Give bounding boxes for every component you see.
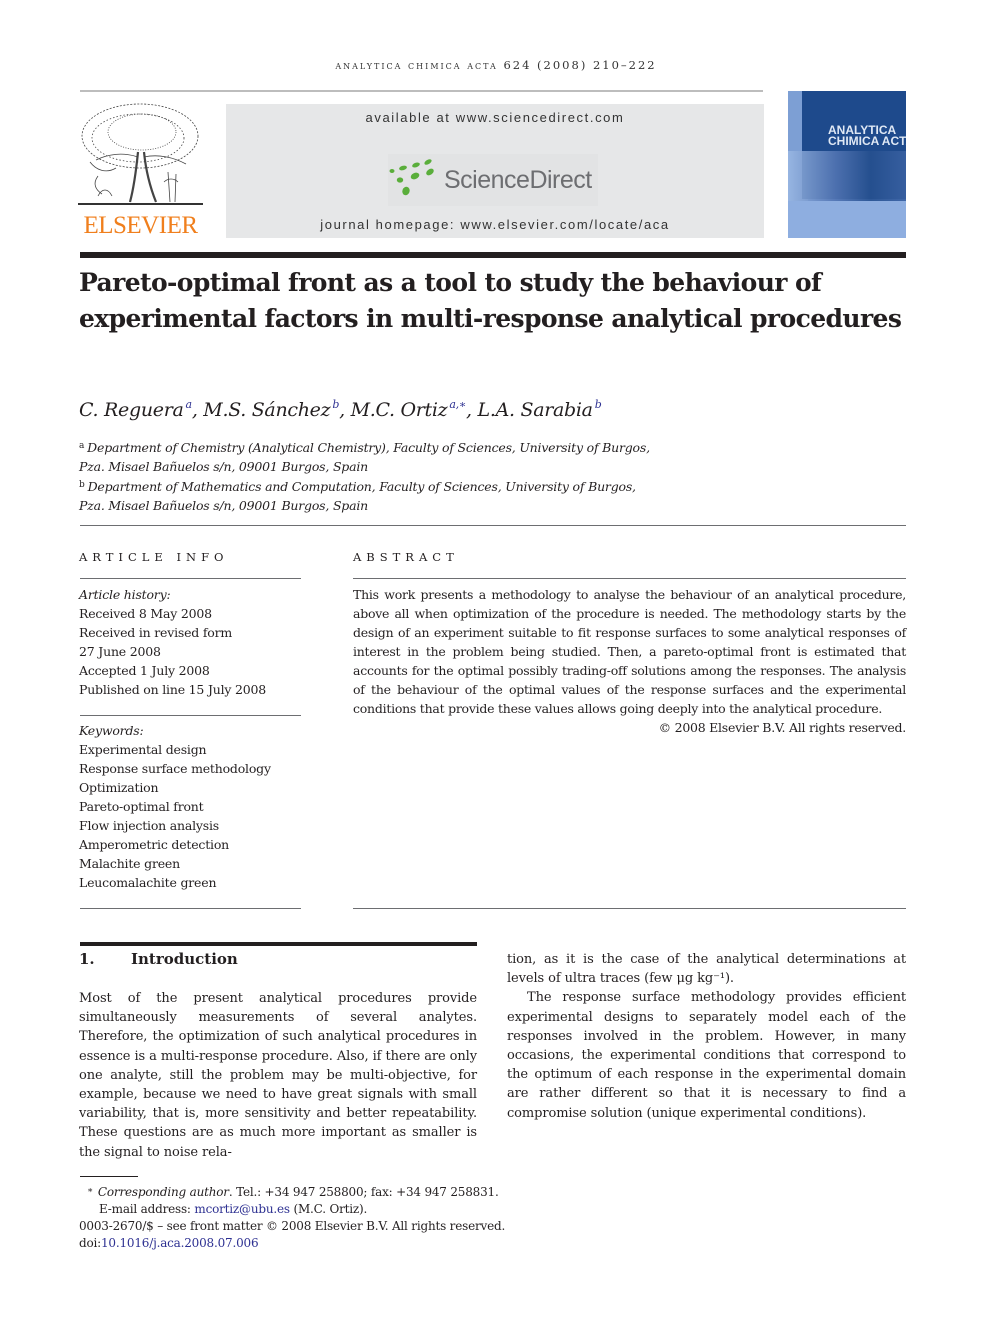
section-divider [80, 525, 906, 526]
corresponding-label: Corresponding author [97, 1185, 229, 1199]
elsevier-logo[interactable]: ELSEVIER [78, 102, 203, 240]
section-number: 1. [79, 950, 95, 968]
keyword: Amperometric detection [79, 837, 230, 852]
author-name: M.S. Sánchez [203, 399, 331, 421]
keyword: Leucomalachite green [79, 875, 217, 890]
introduction-column-2: tion, as it is the case of the analytica… [507, 950, 906, 1123]
author[interactable]: M.S. Sánchez b [203, 398, 339, 421]
abstract-text: This work presents a methodology to anal… [353, 587, 906, 716]
doi-link[interactable]: 10.1016/j.aca.2008.07.006 [101, 1236, 259, 1250]
article-info-rule [80, 578, 301, 579]
affiliation-marker[interactable]: a [186, 398, 193, 411]
paragraph: tion, as it is the case of the analytica… [507, 952, 906, 987]
affiliations: a Department of Chemistry (Analytical Che… [79, 437, 650, 515]
keyword: Malachite green [79, 856, 180, 871]
available-at-link[interactable]: available at www.sciencedirect.com [226, 110, 764, 125]
sciencedirect-wordmark: ScienceDirect [444, 166, 592, 194]
email-link[interactable]: mcortiz@ubu.es [194, 1202, 290, 1216]
cover-title-line2: CHIMICA ACTA [828, 134, 906, 148]
email-note: E-mail address: mcortiz@ubu.es (M.C. Ort… [79, 1201, 505, 1218]
affiliation-label: a [79, 441, 85, 451]
running-head: ANALYTICA CHIMICA ACTA 624 (2008) 210–22… [335, 58, 657, 72]
journal-cover-image[interactable]: ANALYTICA CHIMICA ACTA [788, 91, 906, 238]
abstract-heading: ABSTRACT [353, 550, 459, 564]
author[interactable]: M.C. Ortiz a,∗ [350, 398, 467, 421]
article-history: Article history: Received 8 May 2008 Rec… [79, 585, 266, 699]
section-title: Introduction [131, 950, 238, 968]
front-matter: 0003-2670/$ – see front matter © 2008 El… [79, 1219, 506, 1233]
history-item: Published on line 15 July 2008 [79, 682, 267, 697]
journal-homepage-link[interactable]: journal homepage: www.elsevier.com/locat… [226, 217, 764, 232]
affiliation-label: b [79, 480, 85, 490]
affiliation-marker[interactable]: b [332, 398, 339, 411]
affiliation-line: Pza. Misael Bañuelos s/n, 09001 Burgos, … [79, 459, 369, 474]
keywords-bottom-rule [80, 908, 301, 909]
history-item: Accepted 1 July 2008 [79, 663, 210, 678]
author[interactable]: L.A. Sarabia b [477, 398, 602, 421]
introduction-heading: 1. Introduction [79, 950, 238, 968]
corresponding-author-note: ∗ Corresponding author. Tel.: +34 947 258… [79, 1183, 505, 1201]
abstract-copyright: © 2008 Elsevier B.V. All rights reserved… [658, 720, 907, 735]
affiliation-a: a Department of Chemistry (Analytical Che… [79, 437, 650, 457]
keywords: Keywords: Experimental design Response s… [79, 721, 271, 892]
keyword: Response surface methodology [79, 761, 271, 776]
email-suffix: (M.C. Ortiz). [289, 1202, 368, 1216]
keywords-rule [80, 715, 301, 716]
sciencedirect-banner: available at www.sciencedirect.com Scien… [226, 104, 764, 238]
title-rule [80, 252, 906, 258]
cover-photo [788, 151, 906, 201]
paragraph: The response surface methodology provide… [507, 990, 906, 1121]
doi-label: doi: [79, 1236, 101, 1250]
article-info-heading: ARTICLE INFO [79, 550, 229, 564]
introduction-rule [80, 942, 477, 946]
history-item: Received in revised form [79, 625, 233, 640]
author-name: M.C. Ortiz [350, 399, 448, 421]
footnote-marker: ∗ [87, 1186, 93, 1196]
abstract-rule [353, 578, 906, 579]
history-item: Received 8 May 2008 [79, 606, 212, 621]
cover-title: ANALYTICA CHIMICA ACTA [828, 124, 906, 148]
elsevier-wordmark: ELSEVIER [83, 212, 198, 239]
keyword: Pareto-optimal front [79, 799, 204, 814]
cover-footer [788, 201, 906, 238]
paragraph: Most of the present analytical procedure… [79, 991, 477, 1160]
affiliation-line: Department of Chemistry (Analytical Chem… [87, 440, 650, 455]
history-item: 27 June 2008 [79, 644, 161, 659]
abstract: This work presents a methodology to anal… [353, 585, 906, 737]
keyword: Optimization [79, 780, 159, 795]
footnotes: ∗ Corresponding author. Tel.: +34 947 258… [79, 1183, 505, 1252]
keyword: Experimental design [79, 742, 207, 757]
doi-line: doi:10.1016/j.aca.2008.07.006 [79, 1235, 505, 1252]
abstract-bottom-rule [353, 908, 906, 909]
author-list: C. Reguera a, M.S. Sánchez b, M.C. Ortiz a,… [79, 398, 602, 421]
author[interactable]: C. Reguera a [79, 398, 193, 421]
sciencedirect-dots-icon [389, 159, 434, 196]
article-title: Pareto-optimal front as a tool to study … [79, 268, 902, 333]
affiliation-line: Pza. Misael Bañuelos s/n, 09001 Burgos, … [79, 498, 369, 513]
sciencedirect-logo[interactable]: ScienceDirect [388, 154, 598, 206]
affiliation-marker[interactable]: a,∗ [449, 398, 466, 411]
contact-info: . Tel.: +34 947 258800; fax: +34 947 258… [228, 1185, 499, 1199]
header-rule [80, 90, 763, 92]
history-label: Article history: [79, 587, 171, 602]
introduction-column-1: Most of the present analytical procedure… [79, 989, 477, 1162]
affiliation-line: Department of Mathematics and Computatio… [87, 479, 636, 494]
email-label: E-mail address: [99, 1202, 195, 1216]
affiliation-b: b Department of Mathematics and Computati… [79, 476, 650, 496]
keywords-label: Keywords: [79, 723, 144, 738]
author-name: C. Reguera [79, 399, 184, 421]
keyword: Flow injection analysis [79, 818, 220, 833]
elsevier-tree-icon [78, 103, 203, 205]
footnote-rule [80, 1176, 138, 1177]
affiliation-marker[interactable]: b [595, 398, 602, 411]
author-name: L.A. Sarabia [477, 399, 593, 421]
